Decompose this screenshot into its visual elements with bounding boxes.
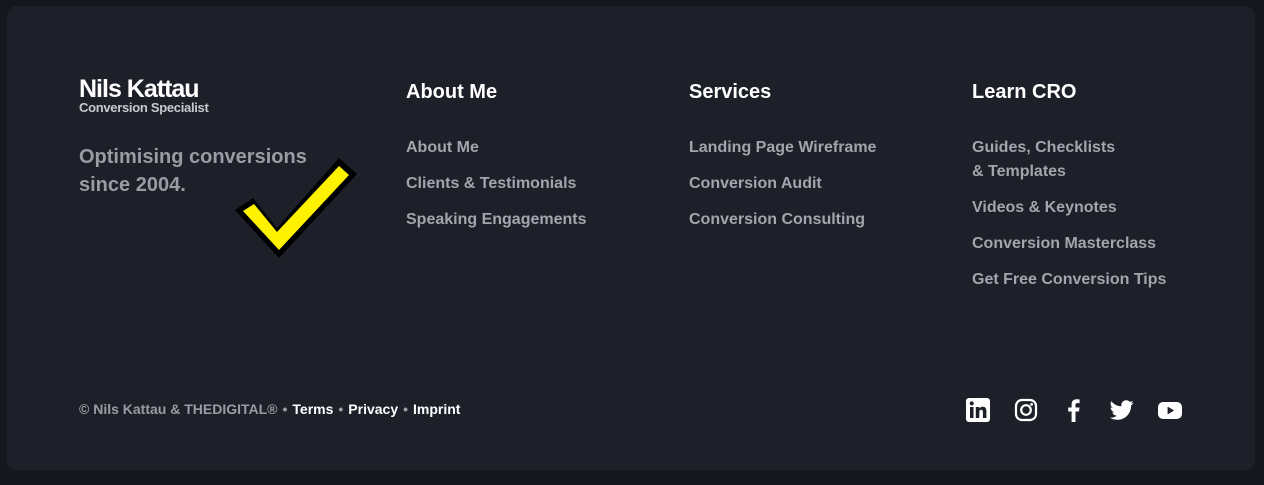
terms-link[interactable]: Terms [292, 401, 333, 417]
copyright-text: © Nils Kattau & THEDIGITAL® [79, 401, 278, 417]
footer-link-free-conversion-tips[interactable]: Get Free Conversion Tips [972, 268, 1166, 292]
column-title: Learn CRO [972, 81, 1077, 103]
link-line: Guides, Checklists [972, 139, 1116, 156]
checkmark-icon [235, 158, 357, 258]
footer-column-services: Services Landing Page Wireframe Conversi… [689, 80, 876, 244]
privacy-link[interactable]: Privacy [348, 401, 398, 417]
separator: • [282, 401, 288, 417]
linkedin-icon[interactable] [966, 398, 990, 422]
brand-logo[interactable]: Nils Kattau Conversion Specialist [79, 76, 209, 115]
footer-link-about-me[interactable]: About Me [406, 136, 587, 160]
separator: • [338, 401, 344, 417]
footer-link-conversion-consulting[interactable]: Conversion Consulting [689, 208, 876, 232]
footer-link-videos-keynotes[interactable]: Videos & Keynotes [972, 196, 1166, 220]
footer-column-about: About Me About Me Clients & Testimonials… [406, 80, 587, 244]
imprint-link[interactable]: Imprint [413, 401, 460, 417]
column-title: About Me [406, 81, 498, 103]
footer-link-speaking-engagements[interactable]: Speaking Engagements [406, 208, 587, 232]
footer-link-guides-checklists-templates[interactable]: Guides, Checklists & Templates [972, 136, 1166, 184]
footer-link-clients-testimonials[interactable]: Clients & Testimonials [406, 172, 587, 196]
column-title: Services [689, 81, 772, 103]
separator: • [403, 401, 409, 417]
social-links [966, 398, 1182, 422]
legal-bar: © Nils Kattau & THEDIGITAL® • Terms • Privac… [79, 401, 460, 417]
youtube-icon[interactable] [1158, 398, 1182, 422]
link-line: & Templates [972, 163, 1066, 180]
footer-link-conversion-audit[interactable]: Conversion Audit [689, 172, 876, 196]
site-footer: Nils Kattau Conversion Specialist Optimi… [7, 6, 1255, 470]
footer-column-learn-cro: Learn CRO Guides, Checklists & Templates… [972, 80, 1166, 304]
footer-link-conversion-masterclass[interactable]: Conversion Masterclass [972, 232, 1166, 256]
brand-name: Nils Kattau [79, 75, 200, 103]
instagram-icon[interactable] [1014, 398, 1038, 422]
twitter-icon[interactable] [1110, 398, 1134, 422]
footer-link-landing-page-wireframe[interactable]: Landing Page Wireframe [689, 136, 876, 160]
facebook-icon[interactable] [1062, 398, 1086, 422]
brand-subtitle: Conversion Specialist [79, 100, 209, 115]
